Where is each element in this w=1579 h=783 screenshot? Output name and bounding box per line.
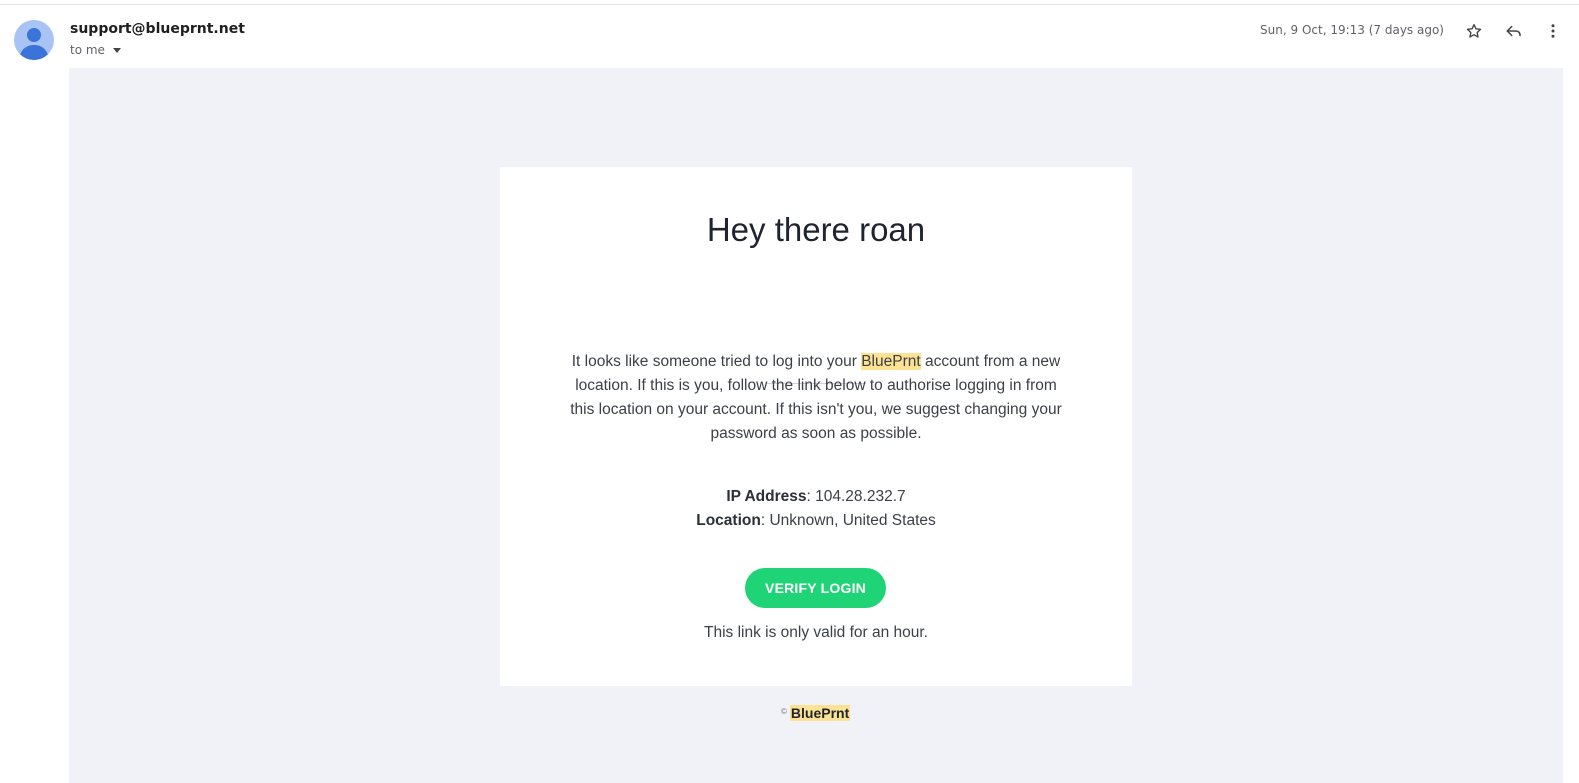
person-icon: [19, 28, 49, 60]
star-button[interactable]: [1462, 19, 1486, 43]
validity-note: This link is only valid for an hour.: [704, 624, 928, 641]
reply-button[interactable]: [1502, 19, 1526, 43]
to-label: to me: [70, 43, 105, 57]
verify-login-button[interactable]: VERIFY LOGIN: [745, 568, 886, 608]
recipient-details-toggle[interactable]: to me: [70, 43, 121, 57]
copyright-symbol: ©: [781, 707, 787, 716]
email-footer: © BluePrnt: [781, 705, 851, 721]
reply-icon: [1506, 25, 1521, 37]
login-details: IP Address: 104.28.232.7 Location: Unkno…: [500, 485, 1132, 533]
top-divider: [0, 4, 1579, 5]
ip-value: : 104.28.232.7: [806, 488, 906, 505]
sender-avatar[interactable]: [14, 20, 54, 60]
more-vert-icon: [1551, 24, 1555, 38]
star-icon: [1466, 23, 1482, 38]
ip-label: IP Address: [726, 488, 807, 505]
footer-brand: BluePrnt: [789, 705, 851, 721]
message-part-1: It looks like someone tried to log into …: [571, 353, 862, 370]
brand-highlight: BluePrnt: [861, 353, 921, 370]
location-value: : Unknown, United States: [760, 512, 936, 529]
more-options-button[interactable]: [1541, 19, 1565, 43]
location-row: Location: Unknown, United States: [500, 509, 1132, 533]
sender-email[interactable]: support@blueprnt.net: [70, 21, 245, 37]
ip-row: IP Address: 104.28.232.7: [500, 485, 1132, 509]
email-date: Sun, 9 Oct, 19:13 (7 days ago): [1260, 23, 1444, 37]
email-body-canvas: Hey there roan It looks like someone tri…: [69, 68, 1563, 783]
email-message: It looks like someone tried to log into …: [570, 350, 1062, 446]
caret-down-icon: [112, 48, 121, 53]
email-card: Hey there roan It looks like someone tri…: [500, 167, 1132, 686]
location-label: Location: [696, 512, 761, 529]
email-title: Hey there roan: [706, 211, 926, 248]
